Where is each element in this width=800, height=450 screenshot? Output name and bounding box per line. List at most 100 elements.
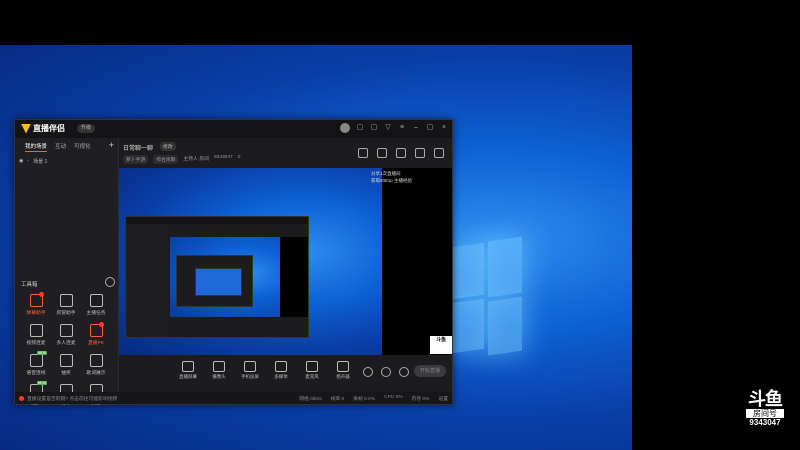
notification-icon[interactable] (415, 148, 425, 158)
windows-logo (452, 235, 522, 356)
tools-settings-icon[interactable] (105, 277, 115, 287)
tool-multi-call[interactable]: 多人连麦 (51, 324, 81, 346)
screen-icon (182, 361, 194, 372)
lottery-icon (59, 354, 73, 367)
room-number-badge: 斗鱼 房间号 9343047 (742, 390, 788, 436)
subcategory-chip[interactable]: 综合闲聊 (153, 155, 179, 164)
speaker-icon (337, 361, 349, 372)
logo-mark-icon (21, 123, 31, 134)
record-video-icon[interactable] (363, 367, 373, 377)
tools-title: 工具箱 (21, 282, 38, 288)
close-icon[interactable]: × (440, 124, 448, 132)
screen-button[interactable]: 直播屏幕 (177, 361, 199, 380)
eye-icon[interactable]: ◉ (19, 158, 23, 165)
sidebar-tabs: 我的场景 互动 可视化 (25, 142, 91, 152)
edit-title-badge[interactable]: 修改 (160, 142, 176, 151)
memory-stat: 内存 0% (411, 397, 430, 402)
overlay-line-1: 分享1次直播间 (371, 171, 401, 176)
preview-overlay-text: 分享1次直播间 获取50Exp 主播经验 (371, 170, 412, 184)
lock-icon[interactable]: ▫ (27, 158, 29, 165)
status-metrics: 网络 0kb/s 帧率 0 丢帧 0.0% CPU 0% 内存 0% 设置 (299, 395, 448, 402)
media-button[interactable]: 多媒体 (270, 361, 292, 380)
tab-interact[interactable]: 互动 (55, 142, 66, 152)
tool-label: 房管助手 (56, 311, 76, 316)
tools-grid: 弹幕助手房管助手主播任务视频连麦多人连麦直播PK语音连线NEW抽奖歌词展示更多N… (21, 292, 113, 406)
microphone-button[interactable]: 麦克风 (301, 361, 323, 380)
notification-dot (39, 292, 44, 297)
minimize-icon[interactable]: – (412, 124, 420, 132)
unlock-icon[interactable] (377, 148, 387, 158)
tool-label: 视频连麦 (26, 341, 46, 346)
record-icon[interactable] (358, 148, 368, 158)
fps-stat: 帧率 0 (330, 397, 345, 402)
room-actions (358, 148, 444, 158)
tool-lottery[interactable]: 抽奖 (51, 354, 81, 376)
tab-visual[interactable]: 可视化 (74, 142, 91, 152)
host-label: 主持人·房间 (183, 157, 209, 162)
tool-pk[interactable]: 直播PK (81, 322, 111, 346)
share-icon[interactable] (434, 148, 444, 158)
info-icon[interactable] (381, 367, 391, 377)
microphone-icon (306, 361, 318, 372)
room-number: 9343047 (749, 418, 781, 427)
tool-label: 抽奖 (61, 371, 71, 376)
tool-label: 直播PK (88, 341, 104, 346)
tool-admin[interactable]: 房管助手 (51, 294, 81, 316)
upgrade-pill[interactable]: 升级 (77, 124, 96, 133)
stream-preview[interactable]: 分享1次直播间 获取50Exp 主播经验 斗鱼 (119, 168, 452, 355)
camera-button[interactable]: 摄像头 (208, 361, 230, 380)
tab-scenes[interactable]: 我的场景 (25, 142, 48, 152)
speaker-button[interactable]: 扬声器 (332, 361, 354, 380)
drop-stat: 丢帧 0.0% (353, 397, 376, 402)
video-call-icon (29, 324, 43, 337)
tool-label: 歌词展示 (86, 371, 106, 376)
camera-icon (213, 361, 225, 372)
window-controls: ▢ ▢ ▽ ≡ – ▢ × (340, 123, 448, 133)
tool-voice[interactable]: 语音连线 NEW (21, 351, 51, 376)
app-logo: 直播伴侣 (21, 123, 65, 134)
tool-danmaku[interactable]: 弹幕助手 (21, 292, 51, 316)
phone-cast-button[interactable]: 手机投屏 (239, 361, 261, 380)
gift-icon[interactable]: ▽ (384, 124, 392, 132)
douyu-logo: 斗鱼 (748, 389, 783, 409)
add-scene-icon[interactable]: + (109, 140, 114, 150)
new-badge: NEW (36, 381, 47, 385)
phone-icon (244, 361, 256, 372)
tool-label: 弹幕助手 (26, 311, 46, 316)
avatar[interactable] (340, 123, 350, 133)
new-badge: NEW (36, 351, 47, 355)
settings-icon[interactable] (399, 367, 409, 377)
notification-dot (99, 322, 104, 327)
media-icon (275, 361, 287, 372)
warning-text: 直播设置是否刚刚? 点击前往可能影响视频 (27, 397, 118, 402)
scene-item[interactable]: ◉ ▫ 场景 1 (19, 158, 47, 165)
streaming-app-window: 直播伴侣 升级 ▢ ▢ ▽ ≡ – ▢ × 我的场景 互动 可视化 + ◉ ▫ … (14, 119, 453, 406)
message-icon[interactable]: ▢ (356, 124, 364, 132)
layout-icon[interactable] (396, 148, 406, 158)
task-icon (89, 294, 103, 307)
tool-label: 多人连麦 (56, 341, 76, 346)
room-title: 日常聊一聊 (123, 146, 154, 152)
sidebar: 我的场景 互动 可视化 + ◉ ▫ 场景 1 工具箱 弹幕助手 房管助手 主播任务视… (15, 138, 119, 406)
heat-value: 0 (237, 155, 241, 160)
warning-icon (19, 396, 24, 401)
preview-side-strip (382, 168, 452, 355)
scene-label: 场景 1 (33, 159, 48, 165)
status-settings[interactable]: 设置 (438, 395, 448, 402)
room-id: 9343047 (214, 155, 233, 160)
maximize-icon[interactable]: ▢ (426, 124, 434, 132)
menu-icon[interactable]: ≡ (398, 124, 406, 132)
tool-task[interactable]: 主播任务 (81, 294, 111, 316)
skin-icon[interactable]: ▢ (370, 124, 378, 132)
start-live-button[interactable]: 开始直播 (414, 365, 446, 377)
tool-lyrics[interactable]: 歌词展示 (81, 354, 111, 376)
voice-icon (29, 354, 43, 367)
category-chip[interactable]: 萝卜手游 (123, 155, 149, 164)
tool-video-call[interactable]: 视频连麦 (21, 324, 51, 346)
desktop-wallpaper: 直播伴侣 升级 ▢ ▢ ▽ ≡ – ▢ × 我的场景 互动 可视化 + ◉ ▫ … (0, 45, 632, 450)
cpu-stat: CPU 0% (384, 395, 403, 400)
status-warning[interactable]: 直播设置是否刚刚? 点击前往可能影响视频 (19, 395, 117, 402)
tool-label: 主播任务 (86, 311, 106, 316)
lyrics-icon (89, 354, 103, 367)
status-bar: 直播设置是否刚刚? 点击前往可能影响视频 网络 0kb/s 帧率 0 丢帧 0.… (15, 392, 452, 404)
